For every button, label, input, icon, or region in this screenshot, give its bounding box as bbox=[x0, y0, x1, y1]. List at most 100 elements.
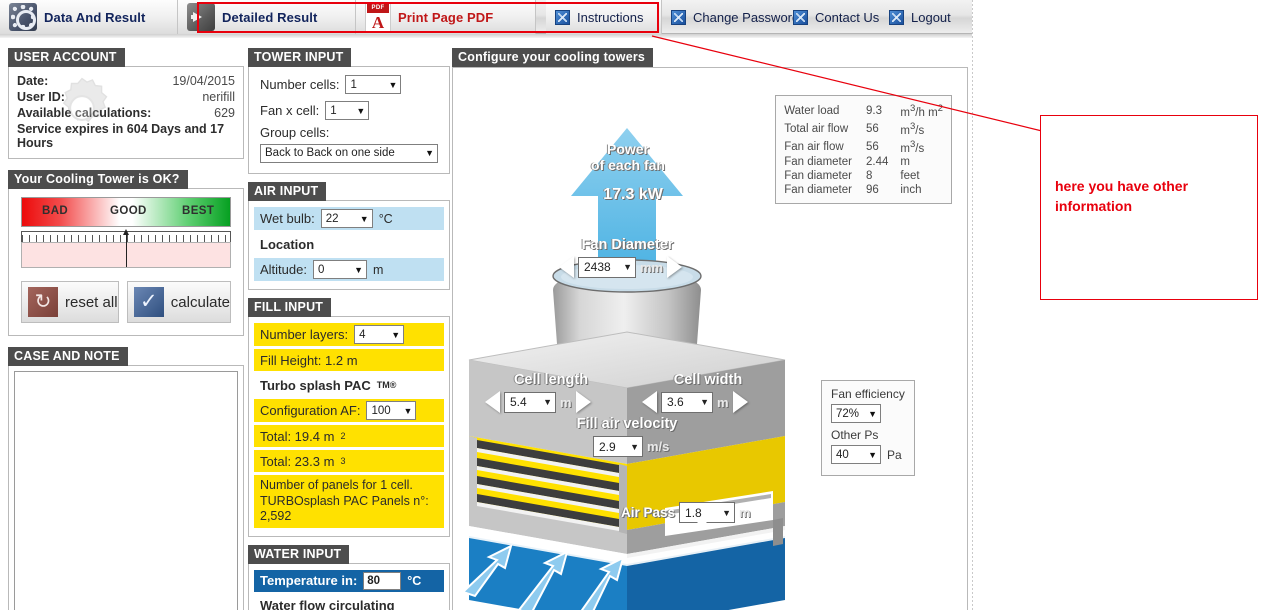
blue-squares-icon-instructions bbox=[555, 9, 570, 25]
results-table: Water load 9.3 m3/h m2 Total air flow 56 m3/s… bbox=[784, 102, 943, 197]
cell-length-unit: m bbox=[560, 394, 572, 410]
fill-height-text: Fill Height: 1.2 m bbox=[260, 352, 358, 368]
nav-item-print-page-pdf[interactable]: PDF A Print Page PDF bbox=[356, 0, 536, 34]
temperature-in-input[interactable]: 80 bbox=[363, 571, 402, 590]
account-date-label: Date: bbox=[17, 74, 49, 88]
chevron-down-icon-group-cells: ▼ bbox=[425, 148, 434, 158]
fan-efficiency-select[interactable]: 72% ▼ bbox=[831, 404, 881, 423]
panels-note-text: Number of panels for 1 cell. TURBOsplash… bbox=[254, 475, 444, 528]
group-cells-select[interactable]: Back to Back on one side ▼ bbox=[260, 143, 438, 163]
number-layers-select[interactable]: 4 ▼ bbox=[354, 325, 405, 344]
results-info-table: Water load 9.3 m3/h m2 Total air flow 56 m3/s… bbox=[775, 95, 952, 205]
air-pass-unit: m bbox=[739, 505, 751, 520]
nav-item-logout[interactable]: Logout bbox=[880, 0, 972, 34]
air-input-box: Wet bulb: 22 ▼ °C Location Altitude: 0 ▼ bbox=[248, 200, 450, 290]
location-row: Location bbox=[254, 233, 444, 255]
fan-x-cell-select[interactable]: 1 ▼ bbox=[325, 101, 370, 120]
fan-diameter-decrease-arrow[interactable] bbox=[559, 256, 574, 278]
tower-diagram-box: Power of each fan 17.3 kW Fan Diameter 2… bbox=[452, 67, 968, 610]
cell-length-decrease-arrow[interactable] bbox=[485, 391, 500, 413]
nav-item-detailed-result[interactable]: Detailed Result bbox=[178, 0, 356, 34]
refresh-icon: ↻ bbox=[28, 287, 58, 317]
account-calculations-row: Available calculations: 629 bbox=[9, 105, 243, 121]
number-cells-select[interactable]: 1 ▼ bbox=[345, 75, 402, 94]
wet-bulb-unit: °C bbox=[378, 211, 393, 226]
chevron-down-icon-air-pass: ▼ bbox=[722, 507, 732, 518]
other-ps-select[interactable]: 40 ▼ bbox=[831, 445, 881, 464]
number-cells-row: Number cells: 1 ▼ bbox=[254, 73, 444, 96]
app-page: Data And Result Detailed Result PDF A Pr… bbox=[0, 0, 1266, 610]
altitude-select[interactable]: 0 ▼ bbox=[312, 260, 367, 279]
configuration-af-select[interactable]: 100 ▼ bbox=[366, 401, 417, 420]
fan-diameter-increase-arrow[interactable] bbox=[667, 256, 683, 278]
info-row-value: 2.44 bbox=[865, 156, 889, 169]
temperature-in-unit: °C bbox=[407, 573, 422, 588]
air-pass-label: Air Pass bbox=[621, 505, 676, 520]
main-configuration-area: Configure your cooling towers Power of e… bbox=[452, 48, 968, 610]
fill-velocity-unit: m/s bbox=[647, 439, 670, 454]
air-pass-value: 1.8 bbox=[685, 505, 702, 520]
calculate-button[interactable]: ✓ calculate bbox=[126, 281, 231, 323]
cell-width-select[interactable]: 3.6 ▼ bbox=[661, 391, 713, 413]
chevron-down-icon-cell-length: ▼ bbox=[543, 397, 552, 407]
nav-item-contact-us[interactable]: Contact Us bbox=[784, 0, 892, 34]
info-row-unit: m3/h m2 bbox=[900, 103, 943, 119]
fan-efficiency-value: 72% bbox=[836, 407, 860, 420]
pdf-letter: A bbox=[371, 13, 385, 32]
chevron-down-icon-fan-x-cell: ▼ bbox=[356, 105, 366, 116]
other-ps-label: Other Ps bbox=[831, 428, 879, 442]
chevron-down-icon-fan-diameter: ▼ bbox=[623, 262, 632, 272]
air-pass-select[interactable]: 1.8 ▼ bbox=[679, 502, 736, 523]
nav-item-data-and-result[interactable]: Data And Result bbox=[0, 0, 178, 34]
quality-result-bar bbox=[21, 229, 231, 268]
chevron-down-icon-wet-bulb: ▼ bbox=[359, 213, 369, 224]
group-cells-row: Back to Back on one side ▼ bbox=[254, 143, 444, 165]
case-note-textarea[interactable] bbox=[14, 371, 238, 610]
total-area-text: Total: 19.4 m bbox=[260, 428, 335, 444]
page-divider bbox=[972, 0, 973, 610]
air-pass-control: Air Pass 1.8 ▼ m bbox=[621, 502, 751, 523]
tower-input-title: TOWER INPUT bbox=[248, 48, 352, 67]
cell-length-select[interactable]: 5.4 ▼ bbox=[504, 391, 556, 413]
gear-icon bbox=[9, 3, 37, 31]
product-name-row: Turbo splash PAC TM® bbox=[254, 374, 444, 396]
fan-diameter-unit: mm bbox=[640, 259, 664, 275]
cell-length-spinner: 5.4 ▼ m bbox=[485, 391, 591, 413]
cell-length-increase-arrow[interactable] bbox=[575, 391, 591, 413]
altitude-row: Altitude: 0 ▼ m bbox=[254, 258, 444, 281]
total-volume-superscript: 3 bbox=[340, 456, 346, 466]
wet-bulb-select[interactable]: 22 ▼ bbox=[320, 209, 373, 228]
fill-velocity-select[interactable]: 2.9 ▼ bbox=[593, 436, 643, 457]
chevron-down-icon-altitude: ▼ bbox=[354, 264, 363, 275]
fill-input-section: FILL INPUT Number layers: 4 ▼ Fill Heigh… bbox=[248, 298, 450, 537]
account-expiry-text: Service expires in 604 Days and 17 Hours bbox=[17, 122, 225, 150]
account-userid-value: nerifill bbox=[202, 90, 235, 104]
reset-all-button[interactable]: ↻ reset all bbox=[21, 281, 119, 323]
cell-width-increase-arrow[interactable] bbox=[732, 391, 748, 413]
fill-input-title: FILL INPUT bbox=[248, 298, 332, 317]
table-row: Fan diameter 8 feet bbox=[784, 169, 943, 183]
cell-width-spinner: 3.6 ▼ m bbox=[642, 391, 748, 413]
scale-label-bad: BAD bbox=[42, 205, 69, 217]
cell-width-decrease-arrow[interactable] bbox=[642, 391, 657, 413]
nav-label-contact-us: Contact Us bbox=[815, 9, 880, 25]
altitude-value: 0 bbox=[317, 263, 325, 276]
info-row-name: Fan diameter bbox=[784, 170, 852, 183]
chevron-down-icon-other-ps: ▼ bbox=[868, 449, 877, 460]
account-calculations-label: Available calculations: bbox=[17, 106, 152, 120]
info-row-value: 56 bbox=[865, 140, 879, 153]
support-leg-right bbox=[773, 518, 783, 546]
account-userid-label: User ID: bbox=[17, 90, 65, 104]
fan-diameter-select[interactable]: 2438 ▼ bbox=[578, 256, 636, 278]
nav-item-instructions[interactable]: Instructions bbox=[546, 0, 662, 34]
water-flow-label: Water flow circulating bbox=[260, 598, 395, 610]
info-row-unit: m bbox=[900, 156, 910, 169]
info-row-name: Fan air flow bbox=[784, 140, 844, 153]
user-account-section: USER ACCOUNT Date: 19/04/2015 User ID: n… bbox=[8, 48, 244, 159]
fan-x-cell-row: Fan x cell: 1 ▼ bbox=[254, 99, 444, 122]
callout-box: here you have other information bbox=[1040, 115, 1258, 300]
fan-x-cell-label: Fan x cell: bbox=[260, 103, 320, 118]
number-layers-row: Number layers: 4 ▼ bbox=[254, 323, 444, 346]
total-area-row: Total: 19.4 m 2 bbox=[254, 425, 444, 447]
info-row-unit: m3/s bbox=[900, 138, 925, 155]
